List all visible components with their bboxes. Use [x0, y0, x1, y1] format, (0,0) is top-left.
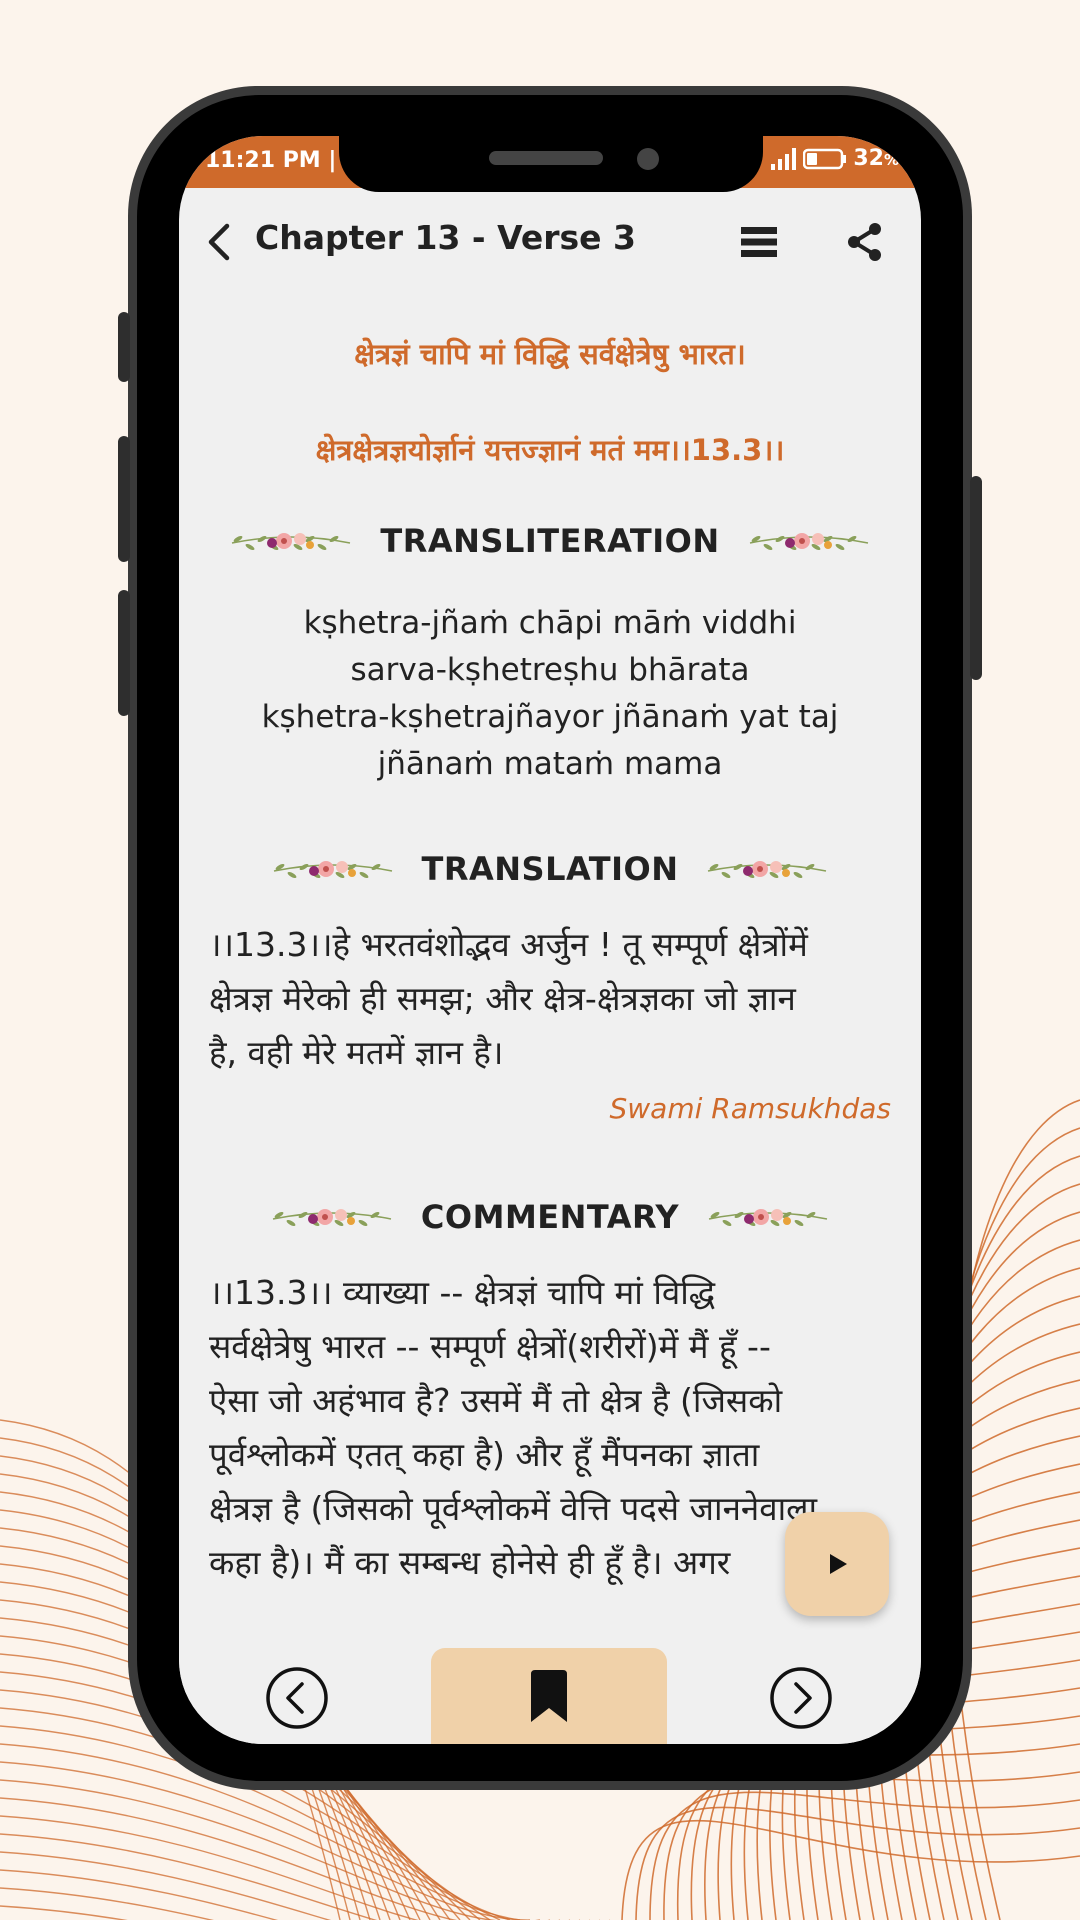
commentary-line: पूर्वश्लोकमें एतत् कहा है) और हूँ मैंपनक…: [209, 1435, 760, 1474]
transliteration-line: kṣhetra-kṣhetrajñayor jñānaṁ yat taj: [261, 699, 839, 735]
battery-icon: [803, 148, 847, 169]
commentary-line: ऐसा जो अहंभाव है? उसमें मैं तो क्षेत्र ह…: [209, 1381, 783, 1420]
chevron-right-circle-icon[interactable]: [769, 1666, 833, 1730]
front-camera: [637, 148, 659, 170]
bottom-nav-bar: [179, 1648, 921, 1744]
phone-button-volume-down: [118, 590, 130, 716]
play-icon: [830, 1554, 847, 1574]
status-time: 11:21 PM | 2: [205, 148, 360, 173]
verse-line-1: क्षेत्रज्ञं चापि मां विद्धि सर्वक्षेत्रे…: [354, 337, 746, 371]
flower-ornament-icon: [232, 533, 351, 551]
app-bar: Chapter 13 - Verse 3: [179, 188, 921, 298]
translation-line: क्षेत्रज्ञ मेरेको ही समझ; और क्षेत्र-क्ष…: [209, 979, 796, 1018]
transliteration-line: kṣhetra-jñaṁ chāpi māṁ viddhi: [303, 605, 797, 641]
translation-header: TRANSLATION: [179, 850, 921, 888]
phone-button-mute: [118, 312, 130, 382]
battery-unit: %: [883, 151, 899, 169]
flower-ornament-icon: [708, 1209, 828, 1227]
chevron-left-circle-icon[interactable]: [265, 1666, 329, 1730]
page-title: Chapter 13 - Verse 3: [255, 218, 636, 257]
verse-line-2: क्षेत्रक्षेत्रज्ञयोर्ज्ञानं यत्तज्ज्ञानं…: [315, 433, 785, 467]
bookmark-button[interactable]: [431, 1648, 667, 1744]
translation-line: ।।13.3।।हे भरतवंशोद्भव अर्जुन ! तू सम्पू…: [209, 925, 808, 964]
screen: 11:21 PM | 2 32% Chapter 13 - Verse 3 क्…: [179, 136, 921, 1744]
commentary-heading: COMMENTARY: [420, 1198, 680, 1236]
play-audio-button[interactable]: [785, 1512, 889, 1616]
translation-heading: TRANSLATION: [421, 850, 679, 888]
back-icon[interactable]: [201, 222, 237, 262]
commentary-line: सर्वक्षेत्रेषु भारत -- सम्पूर्ण क्षेत्रो…: [209, 1327, 771, 1366]
transliteration-heading: TRANSLITERATION: [380, 522, 720, 560]
transliteration-text: kṣhetra-jñaṁ chāpi māṁ viddhi sarva-kṣhe…: [179, 600, 921, 788]
commentary-header: COMMENTARY: [179, 1198, 921, 1236]
translation-line: है, वही मेरे मतमें ज्ञान है।: [209, 1033, 504, 1072]
phone-frame: 11:21 PM | 2 32% Chapter 13 - Verse 3 क्…: [118, 86, 982, 1790]
flower-ornament-icon: [273, 861, 392, 879]
earpiece-speaker: [489, 151, 603, 165]
status-right: 32%: [771, 146, 899, 171]
phone-button-power: [970, 476, 982, 680]
share-icon[interactable]: [845, 222, 885, 262]
flower-ornament-icon: [708, 861, 827, 879]
phone-button-volume-up: [118, 436, 130, 562]
transliteration-line: jñānaṁ mataṁ mama: [377, 746, 723, 782]
flower-ornament-icon: [272, 1209, 392, 1227]
transliteration-line: sarva-kṣhetreṣhu bhārata: [350, 652, 750, 688]
signal-icon: [771, 147, 797, 170]
translation-author: Swami Ramsukhdas: [609, 1092, 892, 1125]
commentary-line: ।।13.3।। व्याख्या -- क्षेत्रज्ञं चापि मा…: [209, 1273, 716, 1312]
battery-percent: 32%: [853, 146, 899, 171]
list-icon[interactable]: [741, 224, 777, 260]
verse-content[interactable]: क्षेत्रज्ञं चापि मां विद्धि सर्वक्षेत्रे…: [179, 298, 921, 1598]
flower-ornament-icon: [749, 533, 868, 551]
transliteration-header: TRANSLITERATION: [179, 522, 921, 560]
translation-text: ।।13.3।।हे भरतवंशोद्भव अर्जुन ! तू सम्पू…: [209, 918, 899, 1080]
bookmark-icon: [531, 1670, 567, 1722]
camera-notch: [339, 136, 763, 192]
